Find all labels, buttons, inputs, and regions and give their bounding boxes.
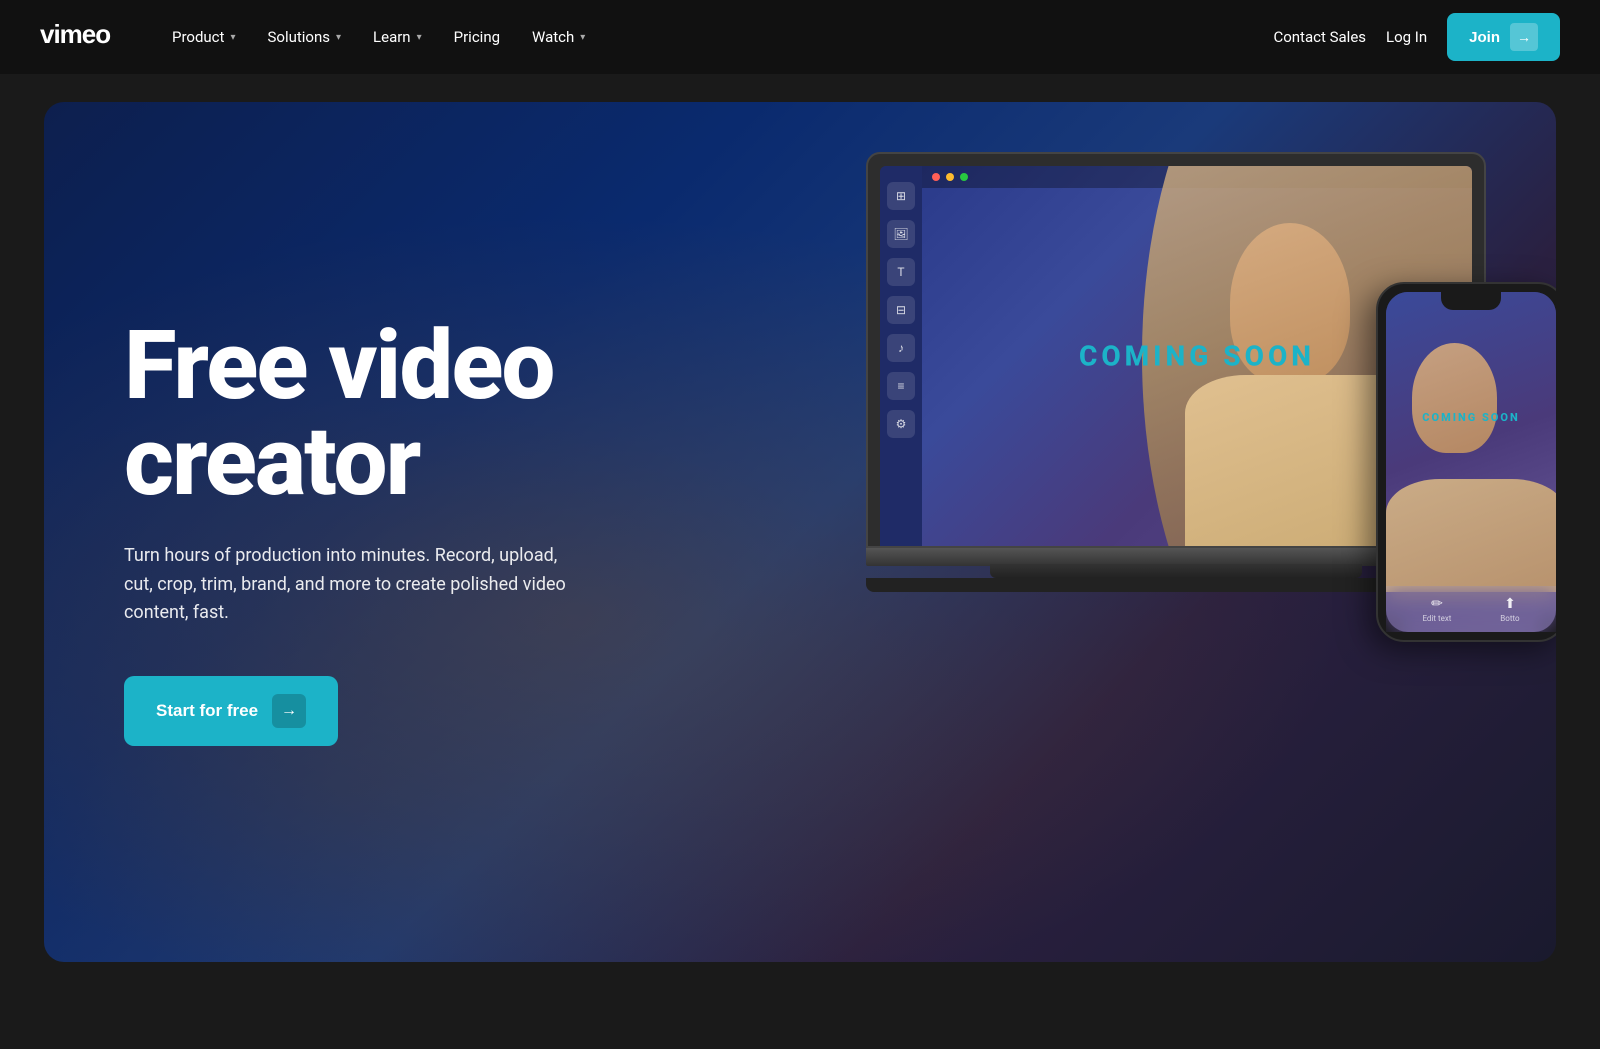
dot-yellow (946, 173, 954, 181)
solutions-chevron-icon: ▾ (336, 32, 341, 43)
hero-wrapper: Free video creator Turn hours of product… (0, 74, 1600, 990)
hero-content: Free video creator Turn hours of product… (124, 318, 584, 746)
botto-label: Botto (1500, 614, 1519, 623)
dot-red (932, 173, 940, 181)
hero-section: Free video creator Turn hours of product… (44, 102, 1556, 962)
nav-label-product: Product (172, 28, 224, 46)
tool-text-icon: T (887, 258, 915, 286)
laptop-base (866, 548, 1486, 566)
laptop-screen-outer: ⊞ 🖼 T ⊟ ♪ ≡ ⚙ (866, 152, 1486, 548)
phone-outer: COMING SOON ✏ Edit text ⬆ Botto (1376, 282, 1556, 642)
cta-arrow-icon: → (272, 694, 306, 728)
tool-settings-icon: ⚙ (887, 410, 915, 438)
watch-chevron-icon: ▾ (580, 32, 585, 43)
tool-grid-icon: ⊞ (887, 182, 915, 210)
nav-item-watch[interactable]: Watch ▾ (518, 20, 599, 54)
screen-header (922, 166, 1472, 188)
botto-icon: ⬆ (1504, 596, 1516, 612)
tool-caption-icon: ≡ (887, 372, 915, 400)
nav-item-product[interactable]: Product ▾ (158, 20, 249, 54)
nav-label-watch: Watch (532, 28, 574, 46)
logo[interactable]: vimeo (40, 21, 130, 53)
phone-bottom-bar: ✏ Edit text ⬆ Botto (1386, 586, 1556, 632)
coming-soon-text: COMING SOON (1079, 340, 1315, 373)
navbar-left: vimeo Product ▾ Solutions ▾ Learn ▾ Pric… (40, 20, 599, 54)
hero-devices: ⊞ 🖼 T ⊟ ♪ ≡ ⚙ (836, 102, 1556, 962)
phone-notch (1441, 292, 1501, 310)
hero-title-line2: creator (124, 406, 419, 518)
join-button[interactable]: Join → (1447, 13, 1560, 61)
laptop-toolbar: ⊞ 🖼 T ⊟ ♪ ≡ ⚙ (880, 166, 922, 546)
tool-music-icon: ♪ (887, 334, 915, 362)
phone-bottom-botto: ⬆ Botto (1500, 596, 1519, 623)
nav-item-pricing[interactable]: Pricing (440, 20, 514, 54)
svg-text:vimeo: vimeo (40, 21, 110, 49)
nav-label-learn: Learn (373, 28, 411, 46)
edit-pen-icon: ✏ (1431, 596, 1443, 612)
navbar-right: Contact Sales Log In Join → (1273, 13, 1560, 61)
start-free-button[interactable]: Start for free → (124, 676, 338, 746)
nav-item-solutions[interactable]: Solutions ▾ (253, 20, 355, 54)
coming-soon-phone-text: COMING SOON (1422, 411, 1519, 424)
product-chevron-icon: ▾ (230, 32, 235, 43)
laptop-bottom (866, 578, 1486, 592)
laptop-screen-inner: ⊞ 🖼 T ⊟ ♪ ≡ ⚙ (880, 166, 1472, 546)
login-link[interactable]: Log In (1386, 28, 1427, 46)
join-label: Join (1469, 29, 1500, 46)
laptop-mockup: ⊞ 🖼 T ⊟ ♪ ≡ ⚙ (866, 152, 1486, 592)
phone-screen: COMING SOON ✏ Edit text ⬆ Botto (1386, 292, 1556, 632)
join-arrow-icon: → (1510, 23, 1538, 51)
nav-items: Product ▾ Solutions ▾ Learn ▾ Pricing Wa… (158, 20, 599, 54)
hero-title: Free video creator (124, 318, 584, 510)
tool-layout-icon: ⊟ (887, 296, 915, 324)
navbar: vimeo Product ▾ Solutions ▾ Learn ▾ Pric… (0, 0, 1600, 74)
edit-text-label: Edit text (1422, 614, 1451, 623)
phone-bottom-edit: ✏ Edit text (1422, 596, 1451, 623)
nav-label-pricing: Pricing (454, 28, 500, 46)
learn-chevron-icon: ▾ (417, 32, 422, 43)
dot-green (960, 173, 968, 181)
laptop-canvas: COMING SOON (922, 166, 1472, 546)
nav-label-solutions: Solutions (267, 28, 330, 46)
phone-mockup: COMING SOON ✏ Edit text ⬆ Botto (1376, 282, 1556, 642)
cta-label: Start for free (156, 701, 258, 721)
nav-item-learn[interactable]: Learn ▾ (359, 20, 436, 54)
contact-sales-link[interactable]: Contact Sales (1273, 28, 1366, 46)
tool-image-icon: 🖼 (887, 220, 915, 248)
hero-subtitle: Turn hours of production into minutes. R… (124, 542, 584, 628)
